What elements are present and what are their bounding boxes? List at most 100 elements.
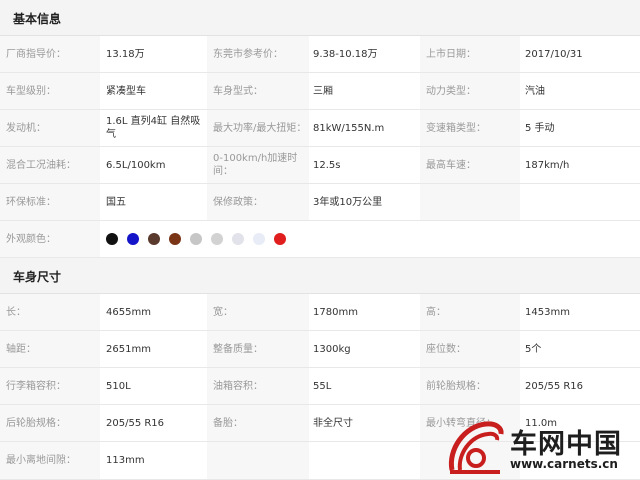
spec-label-cell: 长： xyxy=(0,294,100,330)
spec-value-cell xyxy=(309,442,420,479)
spec-value: 12.5s xyxy=(313,159,341,171)
spec-value: 510L xyxy=(106,380,131,392)
spec-label-cell: 最大功率/最大扭矩： xyxy=(207,110,309,146)
carnets-watermark: 车网中国 www.carnets.cn xyxy=(444,418,640,480)
spec-label-cell: 0-100km/h加速时间： xyxy=(207,147,309,183)
spec-value-cell: 紧凑型车 xyxy=(100,73,207,109)
color-swatch[interactable] xyxy=(106,233,118,245)
spec-value-cell: 汽油 xyxy=(520,73,640,109)
spec-label-cell xyxy=(207,442,309,479)
spec-value: 国五 xyxy=(106,196,126,208)
spec-label-cell: 最高车速： xyxy=(420,147,520,183)
spec-label: 行李箱容积： xyxy=(6,380,66,392)
spec-label-cell: 宽： xyxy=(207,294,309,330)
spec-label-cell: 发动机： xyxy=(0,110,100,146)
spec-label: 座位数： xyxy=(426,343,466,355)
spec-value-cell: 510L xyxy=(100,368,207,404)
spec-label: 保修政策： xyxy=(213,196,263,208)
spec-label-cell: 油箱容积： xyxy=(207,368,309,404)
spec-row: 行李箱容积： 510L 油箱容积： 55L 前轮胎规格： 205/55 R16 xyxy=(0,368,640,405)
spec-value-cell: 非全尺寸 xyxy=(309,405,420,441)
spec-row: 混合工况油耗： 6.5L/100km 0-100km/h加速时间： 12.5s 最高车速… xyxy=(0,147,640,184)
body-size-header: 车身尺寸 xyxy=(0,258,640,294)
spec-label: 后轮胎规格： xyxy=(6,417,66,429)
spec-value: 4655mm xyxy=(106,306,151,318)
spec-label-cell: 最小离地间隙： xyxy=(0,442,100,479)
spec-value-cell: 2017/10/31 xyxy=(520,36,640,72)
color-swatch[interactable] xyxy=(148,233,160,245)
spec-value-cell: 国五 xyxy=(100,184,207,220)
spec-value-cell: 1780mm xyxy=(309,294,420,330)
body-size-title: 车身尺寸 xyxy=(13,270,62,284)
spec-label: 厂商指导价： xyxy=(6,48,66,60)
spec-label: 发动机： xyxy=(6,122,46,134)
color-label: 外观颜色： xyxy=(6,233,56,245)
spec-value-cell: 4655mm xyxy=(100,294,207,330)
spec-value-cell: 205/55 R16 xyxy=(520,368,640,404)
spec-label: 高： xyxy=(426,306,446,318)
spec-value-cell: 12.5s xyxy=(309,147,420,183)
color-swatches xyxy=(100,221,640,257)
spec-value: 13.18万 xyxy=(106,48,145,60)
spec-label: 0-100km/h加速时间： xyxy=(213,153,298,177)
spec-value: 6.5L/100km xyxy=(106,159,166,171)
color-swatch[interactable] xyxy=(127,233,139,245)
color-swatch[interactable] xyxy=(274,233,286,245)
spec-value: 汽油 xyxy=(525,85,545,97)
spec-label: 备胎： xyxy=(213,417,243,429)
spec-label: 上市日期： xyxy=(426,48,476,60)
spec-value: 5 手动 xyxy=(525,122,555,134)
spec-label: 最高车速： xyxy=(426,159,476,171)
spec-value: 205/55 R16 xyxy=(106,417,165,429)
spec-value: 2651mm xyxy=(106,343,151,355)
carnets-logo-icon xyxy=(448,421,504,474)
spec-value-cell: 1453mm xyxy=(520,294,640,330)
color-swatch[interactable] xyxy=(253,233,265,245)
spec-label-cell: 前轮胎规格： xyxy=(420,368,520,404)
spec-value-cell: 81kW/155N.m xyxy=(309,110,420,146)
spec-value: 205/55 R16 xyxy=(525,380,584,392)
color-swatch[interactable] xyxy=(190,233,202,245)
spec-label: 车型级别： xyxy=(6,85,56,97)
spec-value: 9.38-10.18万 xyxy=(313,48,378,60)
spec-label-cell: 车身型式： xyxy=(207,73,309,109)
spec-label-cell: 环保标准： xyxy=(0,184,100,220)
spec-label-cell: 动力类型： xyxy=(420,73,520,109)
spec-label: 整备质量： xyxy=(213,343,263,355)
spec-value: 1300kg xyxy=(313,343,351,355)
spec-value: 1780mm xyxy=(313,306,358,318)
color-swatch[interactable] xyxy=(211,233,223,245)
spec-value-cell: 13.18万 xyxy=(100,36,207,72)
spec-value: 81kW/155N.m xyxy=(313,122,385,134)
basic-info-title: 基本信息 xyxy=(13,12,62,26)
spec-value: 113mm xyxy=(106,455,145,466)
spec-label: 环保标准： xyxy=(6,196,56,208)
spec-label-cell: 后轮胎规格： xyxy=(0,405,100,441)
spec-label-cell: 混合工况油耗： xyxy=(0,147,100,183)
spec-value-cell: 187km/h xyxy=(520,147,640,183)
spec-value: 3年或10万公里 xyxy=(313,196,383,208)
color-swatch[interactable] xyxy=(169,233,181,245)
spec-label: 车身型式： xyxy=(213,85,263,97)
color-swatch[interactable] xyxy=(232,233,244,245)
spec-label-cell xyxy=(420,184,520,220)
spec-label-cell: 厂商指导价： xyxy=(0,36,100,72)
spec-value: 1.6L 直列4缸 自然吸气 xyxy=(106,116,201,140)
spec-label: 最小离地间隙： xyxy=(6,455,76,466)
spec-label-cell: 东莞市参考价： xyxy=(207,36,309,72)
basic-info-header: 基本信息 xyxy=(0,0,640,36)
spec-value: 1453mm xyxy=(525,306,570,318)
spec-value: 5个 xyxy=(525,343,542,355)
spec-label: 东莞市参考价： xyxy=(213,48,283,60)
spec-label-cell: 轴距： xyxy=(0,331,100,367)
spec-label-cell: 高： xyxy=(420,294,520,330)
spec-value: 55L xyxy=(313,380,332,392)
watermark-name: 车网中国 xyxy=(510,429,622,460)
spec-row: 长： 4655mm 宽： 1780mm 高： 1453mm xyxy=(0,294,640,331)
spec-value-cell: 1.6L 直列4缸 自然吸气 xyxy=(100,110,207,146)
spec-label: 油箱容积： xyxy=(213,380,263,392)
spec-label-cell: 备胎： xyxy=(207,405,309,441)
spec-value: 2017/10/31 xyxy=(525,48,583,60)
spec-value-cell: 6.5L/100km xyxy=(100,147,207,183)
spec-label: 动力类型： xyxy=(426,85,476,97)
